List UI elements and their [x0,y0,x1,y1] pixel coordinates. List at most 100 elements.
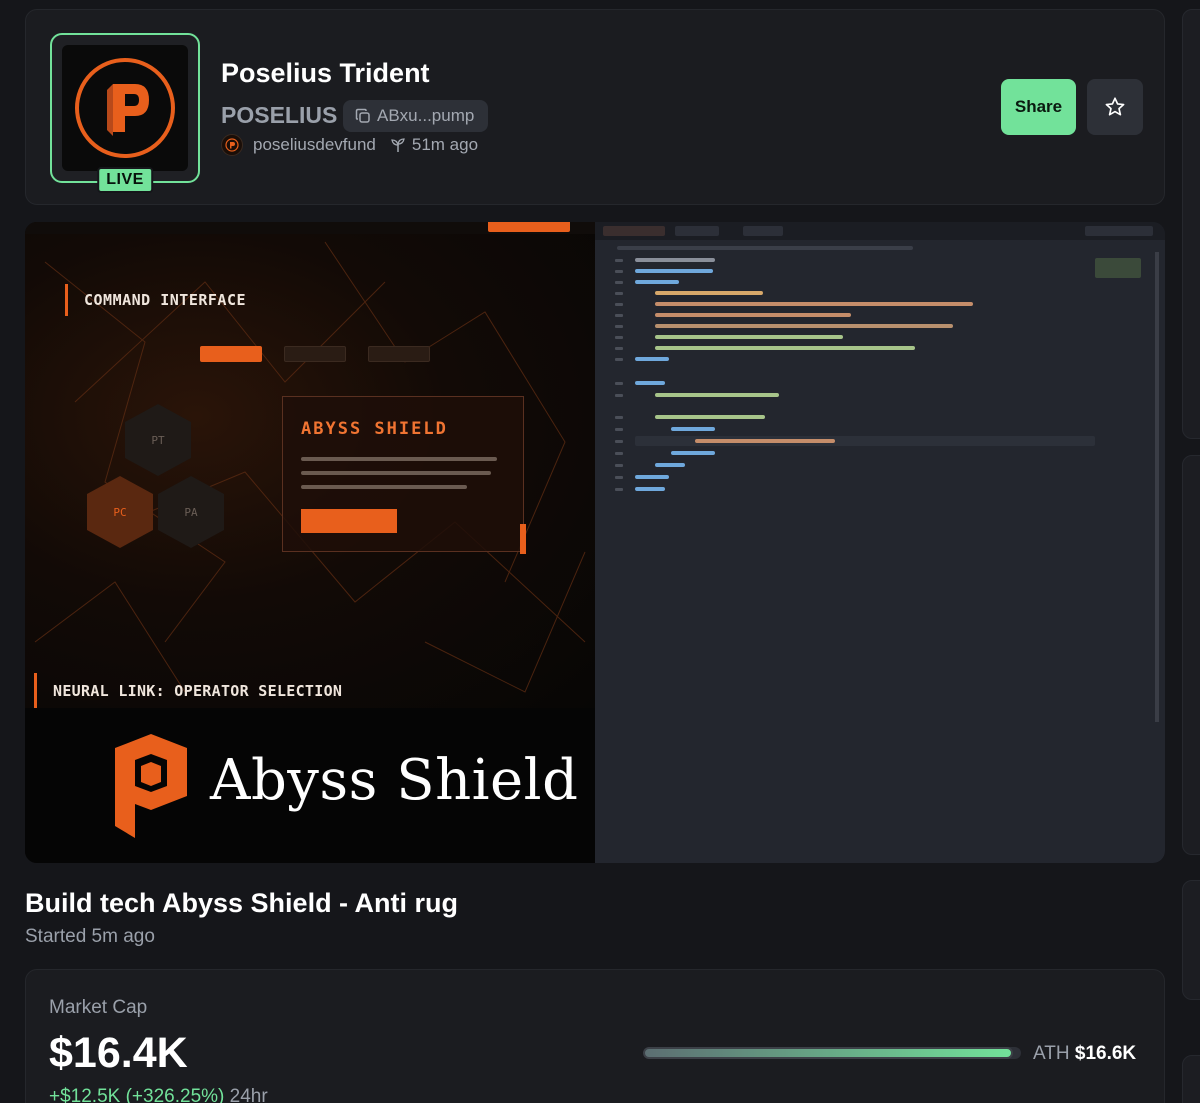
sprout-icon [391,138,405,152]
line-number [615,347,623,350]
game-topbar [25,222,595,234]
line-number [615,452,623,455]
copy-icon [355,108,370,123]
code-line [655,313,851,317]
line-number [615,440,623,443]
token-header-card: LIVE Poselius Trident POSELIUS ABxu...pu… [25,9,1165,205]
editor-tab [743,226,783,236]
token-ticker: POSELIUS [221,102,338,128]
code-line [671,427,715,431]
line-number [615,488,623,491]
game-tabs [200,346,430,362]
livestream-video[interactable]: COMMAND INTERFACE PT PC PA ABYSS SHIELD … [25,222,1165,863]
abyss-shield-card: ABYSS SHIELD [282,396,526,554]
ath-label: ATH [1033,1043,1070,1064]
line-number [615,292,623,295]
ath-progress-fill [643,1047,1014,1059]
creator-avatar[interactable] [221,134,243,156]
game-interface-preview: COMMAND INTERFACE PT PC PA ABYSS SHIELD … [25,222,595,708]
line-number [615,270,623,273]
editor-toolbar [1085,226,1153,236]
code-line [655,324,953,328]
code-line [655,335,843,339]
created-time: 51m ago [390,135,478,155]
poselius-logo-icon [75,58,175,158]
code-line [695,439,835,443]
code-line [635,269,713,273]
line-number [615,428,623,431]
abyss-shield-logo-icon [115,734,187,838]
token-name: Poselius Trident [221,58,430,88]
editor-scrollbar [1155,252,1159,722]
token-address: ABxu...pump [377,106,475,125]
line-number [615,336,623,339]
creator-logo-icon [225,138,239,152]
line-number [615,314,623,317]
favorite-button[interactable] [1087,79,1143,135]
side-panel-middle [1182,455,1200,855]
shield-text-line [301,485,467,489]
code-line [671,451,715,455]
shield-orange-button [301,509,397,533]
abyss-shield-title: ABYSS SHIELD [301,419,448,439]
token-logo[interactable]: LIVE [50,33,200,193]
creator-name[interactable]: poseliusdevfund [253,135,376,155]
line-number [615,382,623,385]
code-line [655,415,765,419]
game-orange-button [488,222,570,232]
editor-tab [675,226,719,236]
line-number [615,416,623,419]
stream-title: Build tech Abyss Shield - Anti rug [25,888,459,918]
code-line [635,357,669,361]
game-tab-2 [284,346,346,362]
line-number [615,476,623,479]
code-line [655,302,973,306]
code-line [635,280,679,284]
token-page: LIVE Poselius Trident POSELIUS ABxu...pu… [0,0,1200,1103]
line-number [615,358,623,361]
stream-started-time: Started 5m ago [25,926,155,947]
star-icon [1105,97,1125,116]
abyss-shield-branding: Abyss Shield [25,708,595,863]
line-number [615,394,623,397]
stream-left-panel: COMMAND INTERFACE PT PC PA ABYSS SHIELD … [25,222,595,863]
market-cap-change-period: 24hr [229,1086,268,1103]
line-number [615,259,623,262]
line-number [615,303,623,306]
live-badge: LIVE [97,167,153,193]
token-logo-image [62,45,188,171]
ath-value: $16.6K [1074,1043,1137,1064]
ath-display: ATH $16.6K [1033,1043,1136,1065]
market-cap-card: Market Cap $16.4K +$12.5K (+326.25%) 24h… [25,969,1165,1103]
line-number [615,281,623,284]
ath-progress-bar [643,1047,1021,1059]
side-panel-lower [1182,880,1200,1000]
code-line [655,463,685,467]
copy-address-button[interactable]: ABxu...pump [343,100,489,132]
code-line [655,393,779,397]
code-line [635,487,665,491]
neural-link-title: NEURAL LINK: OPERATOR SELECTION [34,673,342,708]
game-tab-1 [200,346,262,362]
side-panel-top [1182,9,1200,439]
shield-text-line [301,471,491,475]
editor-minimap [1095,258,1141,278]
shield-text-line [301,457,497,461]
editor-tab-bar [595,222,1165,240]
code-editor-preview [595,222,1165,863]
created-ago: 51m ago [411,135,479,154]
share-button[interactable]: Share [1001,79,1076,135]
side-panel-bottom [1182,1055,1200,1103]
line-number [615,325,623,328]
market-cap-label: Market Cap [49,997,148,1018]
creator-row: poseliusdevfund 51m ago [221,134,478,156]
editor-tab [603,226,665,236]
code-line [635,258,715,262]
market-cap-change: +$12.5K (+326.25%) 24hr [49,1086,268,1103]
editor-breadcrumb [617,246,913,250]
command-interface-title: COMMAND INTERFACE [65,284,246,316]
abyss-shield-brand-text: Abyss Shield [210,748,579,813]
game-tab-3 [368,346,430,362]
code-line [635,381,665,385]
code-line [655,291,763,295]
